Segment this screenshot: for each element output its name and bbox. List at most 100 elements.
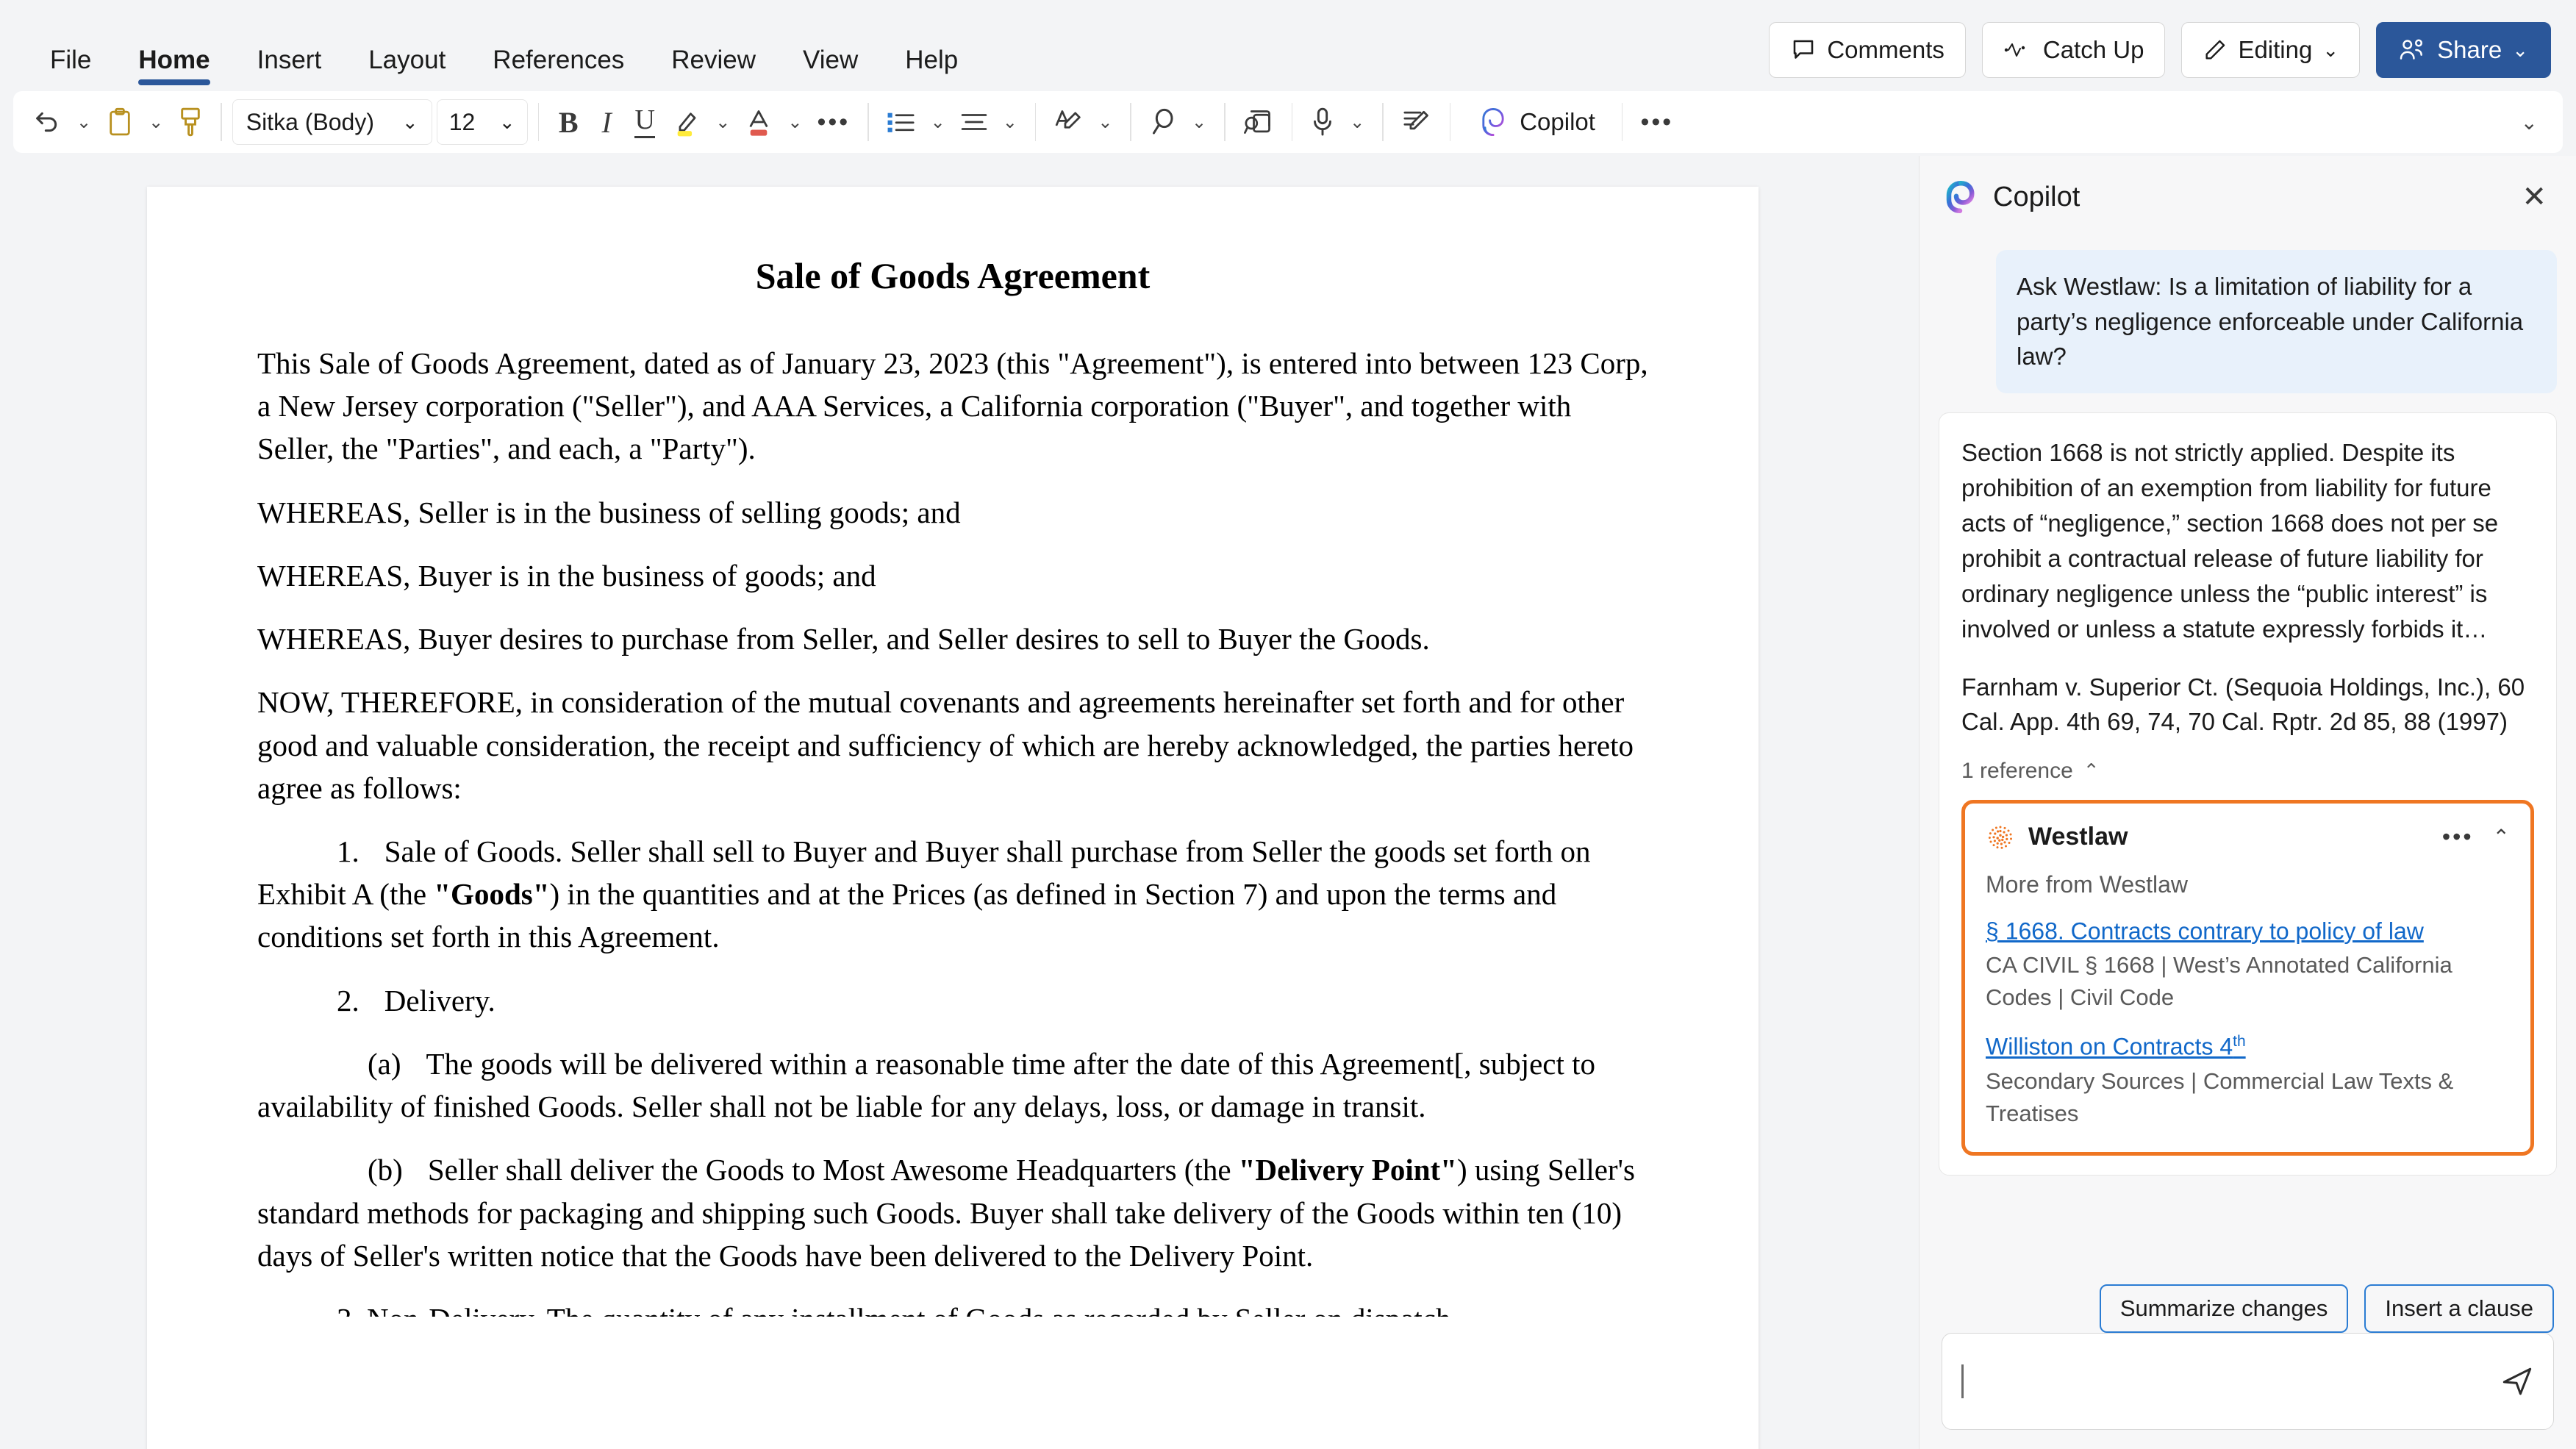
editor-review-button[interactable] — [1236, 99, 1281, 146]
document-paragraph: NOW, THEREFORE, in consideration of the … — [257, 685, 1634, 805]
chevron-down-icon: ⌄ — [498, 111, 515, 133]
align-dropdown-caret[interactable]: ⌄ — [995, 112, 1025, 133]
toolbar-overflow-button[interactable]: ••• — [1633, 99, 1681, 146]
close-icon[interactable]: ✕ — [2514, 176, 2554, 218]
toolbar-divider — [1382, 103, 1384, 141]
styles-dropdown-caret[interactable]: ⌄ — [1090, 112, 1120, 133]
dictate-button[interactable] — [1303, 99, 1342, 146]
undo-dropdown-caret[interactable]: ⌄ — [69, 112, 99, 133]
subsection-a-label: (a) — [368, 1046, 401, 1081]
comments-label: Comments — [1827, 36, 1944, 63]
westlaw-result-link[interactable]: Williston on Contracts 4th — [1986, 1033, 2246, 1061]
catch-up-button[interactable]: Catch Up — [1981, 22, 2166, 78]
search-dropdown-caret[interactable]: ⌄ — [1184, 112, 1214, 133]
copilot-input-area — [1920, 1333, 2576, 1449]
copilot-conversation[interactable]: Ask Westlaw: Is a limitation of liabilit… — [1920, 238, 2576, 1259]
toolbar-divider — [1130, 103, 1131, 141]
tab-layout[interactable]: Layout — [345, 46, 469, 91]
text-highlight-button[interactable] — [664, 99, 708, 146]
send-icon[interactable] — [2500, 1364, 2534, 1398]
share-button[interactable]: Share ⌄ — [2376, 22, 2551, 78]
document-subsection-b: (b) Seller shall deliver the Goods to Mos… — [257, 1148, 1648, 1277]
toolbar-divider — [867, 103, 869, 141]
document-body[interactable]: Sale of Goods Agreement This Sale of Goo… — [147, 187, 1759, 1317]
tab-view[interactable]: View — [779, 46, 881, 91]
paragraph-align-button[interactable] — [953, 99, 995, 146]
chevron-down-icon: ⌄ — [2512, 39, 2528, 61]
westlaw-card-actions: ••• ⌃ — [2442, 823, 2510, 851]
copilot-toolbar-button[interactable]: Copilot — [1461, 99, 1611, 146]
font-color-button[interactable] — [737, 99, 780, 146]
toolbar-divider — [1224, 103, 1226, 141]
highlight-dropdown-caret[interactable]: ⌄ — [708, 112, 737, 133]
copilot-suggested-actions: Summarize changes Insert a clause — [1920, 1259, 2576, 1333]
westlaw-reference-card[interactable]: Westlaw ••• ⌃ More from Westlaw § 1668. … — [1961, 799, 2534, 1156]
summarize-changes-button[interactable]: Summarize changes — [2099, 1284, 2349, 1333]
reference-count-toggle[interactable]: 1 reference ⌃ — [1961, 759, 2534, 784]
underline-button[interactable]: U — [626, 99, 664, 146]
people-icon — [2399, 38, 2427, 62]
section-2-number: 2. — [337, 983, 359, 1017]
westlaw-card-header: Westlaw ••• ⌃ — [1986, 823, 2510, 852]
italic-button[interactable]: I — [587, 99, 626, 146]
westlaw-result-link-sup: th — [2233, 1033, 2246, 1051]
bullet-list-button[interactable] — [879, 99, 923, 146]
insert-a-clause-button[interactable]: Insert a clause — [2364, 1284, 2554, 1333]
more-font-options-button[interactable]: ••• — [809, 99, 857, 146]
share-label: Share — [2437, 36, 2502, 63]
document-canvas[interactable]: Sale of Goods Agreement This Sale of Goo… — [0, 156, 1919, 1449]
westlaw-logo-icon — [1986, 823, 2015, 852]
copilot-prompt-input[interactable] — [1942, 1333, 2554, 1430]
font-family-select[interactable]: Sitka (Body) ⌄ — [232, 99, 432, 145]
editing-label: Editing — [2238, 36, 2313, 63]
westlaw-result-meta: Secondary Sources | Commercial Law Texts… — [1986, 1067, 2454, 1126]
tab-references[interactable]: References — [469, 46, 648, 91]
tab-help[interactable]: Help — [881, 46, 981, 91]
westlaw-result-link[interactable]: § 1668. Contracts contrary to policy of … — [1986, 917, 2424, 945]
dictate-dropdown-caret[interactable]: ⌄ — [1342, 112, 1372, 133]
tab-review[interactable]: Review — [648, 46, 779, 91]
bold-label: B — [558, 105, 579, 139]
paste-button[interactable] — [99, 99, 141, 146]
text-cursor — [1961, 1364, 1964, 1398]
bullet-list-dropdown-caret[interactable]: ⌄ — [923, 112, 953, 133]
font-color-dropdown-caret[interactable]: ⌄ — [780, 112, 809, 133]
document-page[interactable]: Sale of Goods Agreement This Sale of Goo… — [147, 187, 1759, 1449]
tab-file[interactable]: File — [26, 46, 115, 91]
westlaw-more-from-label: More from Westlaw — [1986, 870, 2189, 898]
bold-button[interactable]: B — [549, 99, 587, 146]
toolbar-divider — [1621, 103, 1623, 141]
paste-dropdown-caret[interactable]: ⌄ — [141, 112, 171, 133]
copilot-panel-header: Copilot ✕ — [1920, 156, 2576, 238]
search-button[interactable] — [1142, 99, 1184, 146]
subsection-b-text-before: Seller shall deliver the Goods to Most A… — [427, 1153, 1239, 1187]
undo-button[interactable] — [25, 99, 69, 146]
font-size-value: 12 — [448, 108, 476, 135]
italic-label: I — [601, 105, 612, 139]
subsection-a-text: The goods will be delivered within a rea… — [257, 1046, 1596, 1124]
toolbar-divider — [1034, 103, 1037, 141]
chevron-up-icon[interactable]: ⌃ — [2493, 825, 2510, 849]
assistant-response-card: Section 1668 is not strictly applied. De… — [1939, 412, 2557, 1176]
underline-label: U — [634, 105, 655, 139]
editing-mode-button[interactable]: Editing ⌄ — [2181, 22, 2361, 78]
section-1-number: 1. — [337, 834, 359, 868]
ellipsis-icon[interactable]: ••• — [2442, 823, 2474, 851]
ribbon-right-actions: Comments Catch Up Editing ⌄ Share ⌄ — [1769, 22, 2551, 78]
format-painter-button[interactable] — [171, 99, 210, 146]
document-title: Sale of Goods Agreement — [755, 255, 1151, 296]
copilot-icon — [1477, 106, 1509, 138]
font-size-select[interactable]: 12 ⌄ — [436, 99, 528, 145]
collapse-ribbon-button[interactable]: ⌄ — [2521, 110, 2551, 135]
westlaw-source-name: Westlaw — [2028, 823, 2128, 851]
comments-button[interactable]: Comments — [1769, 22, 1966, 78]
ellipsis-icon: ••• — [1640, 107, 1674, 136]
styles-button[interactable] — [1046, 99, 1090, 146]
westlaw-result-item: Williston on Contracts 4th Secondary Sou… — [1986, 1014, 2510, 1130]
westlaw-result-item: § 1668. Contracts contrary to policy of … — [1986, 898, 2510, 1015]
draw-ink-button[interactable] — [1394, 99, 1439, 146]
tab-insert[interactable]: Insert — [234, 46, 346, 91]
chevron-up-icon: ⌃ — [2083, 759, 2100, 782]
tab-home[interactable]: Home — [115, 46, 233, 91]
westlaw-result-link-text: Williston on Contracts 4 — [1986, 1033, 2233, 1060]
